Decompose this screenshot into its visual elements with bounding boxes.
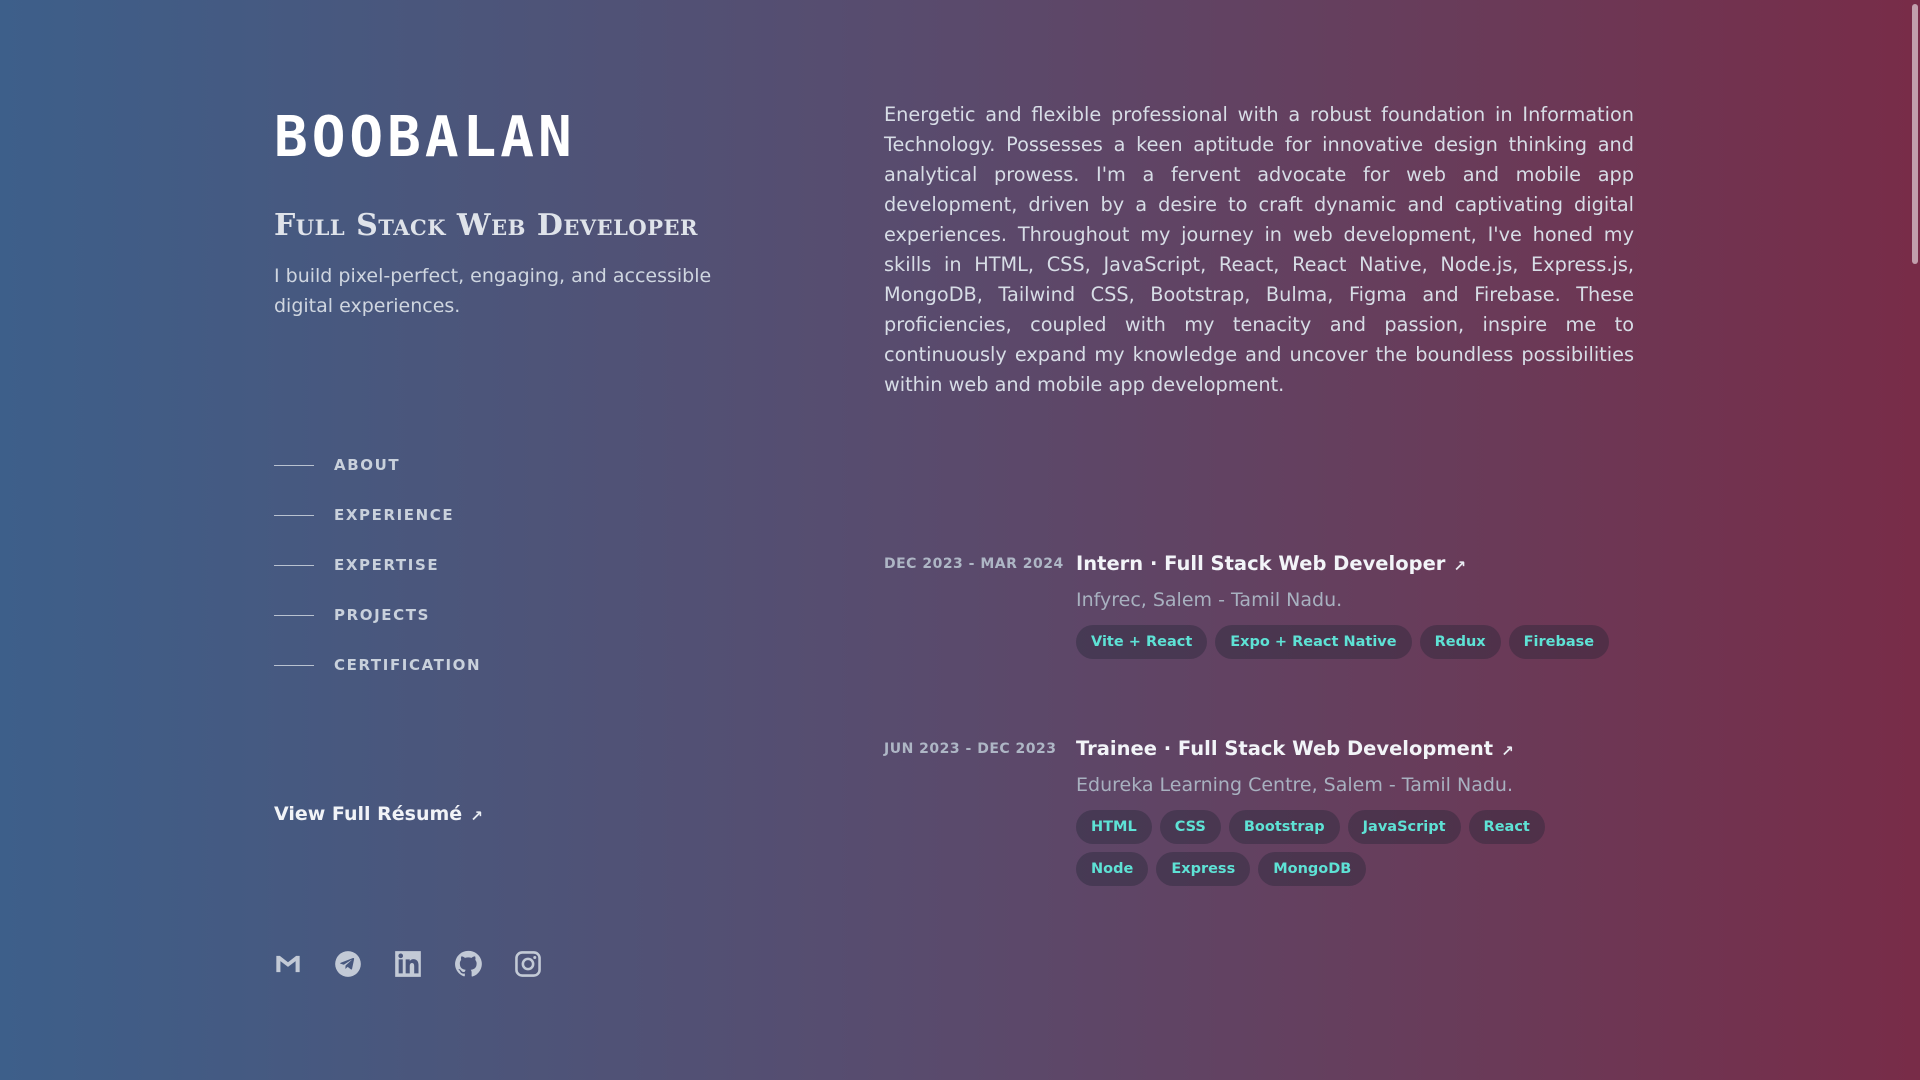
- github-icon[interactable]: [454, 950, 482, 978]
- tech-tag: HTML: [1076, 810, 1152, 844]
- nav-label: ABOUT: [334, 456, 401, 474]
- resume-link-label: View Full Résumé: [274, 803, 463, 825]
- tech-tag: Bootstrap: [1228, 810, 1340, 844]
- nav-indicator-line: [274, 464, 314, 466]
- job-title: Full Stack Web Developer: [274, 208, 698, 243]
- external-arrow-icon: ↗: [1501, 741, 1514, 760]
- experience-title: Intern · Full Stack Web Developer: [1076, 552, 1446, 575]
- linkedin-icon[interactable]: [394, 950, 422, 978]
- gmail-icon[interactable]: [274, 950, 302, 978]
- tagline: I build pixel-perfect, engaging, and acc…: [274, 265, 712, 317]
- experience-body: Trainee · Full Stack Web Development ↗ E…: [1076, 737, 1636, 886]
- nav-label: CERTIFICATION: [334, 656, 482, 674]
- tech-tag: Firebase: [1508, 625, 1610, 659]
- tech-tags: Vite + React Expo + React Native Redux F…: [1076, 625, 1616, 659]
- experience-title-link[interactable]: Trainee · Full Stack Web Development ↗: [1076, 737, 1636, 760]
- nav-label: EXPERTISE: [334, 556, 440, 574]
- tech-tag: Express: [1156, 852, 1251, 886]
- nav-indicator-line: [274, 614, 314, 616]
- external-arrow-icon: ↗: [470, 807, 483, 825]
- nav-item-projects[interactable]: PROJECTS: [274, 590, 481, 640]
- external-arrow-icon: ↗: [1453, 556, 1466, 575]
- nav-item-about[interactable]: ABOUT: [274, 440, 481, 490]
- experience-date: DEC 2023 - MAR 2024: [884, 556, 1064, 572]
- scrollbar[interactable]: [1910, 0, 1920, 1080]
- tech-tag: JavaScript: [1347, 810, 1461, 844]
- nav-indicator-line: [274, 564, 314, 566]
- about-paragraph: Energetic and flexible professional with…: [884, 103, 1634, 396]
- tech-tag: Vite + React: [1076, 625, 1208, 659]
- experience-date: JUN 2023 - DEC 2023: [884, 741, 1057, 757]
- site-logo[interactable]: BOOBALAN: [274, 110, 734, 166]
- profile-header: BOOBALAN Full Stack Web Developer I buil…: [274, 110, 734, 321]
- telegram-icon[interactable]: [334, 950, 362, 978]
- experience-title: Trainee · Full Stack Web Development: [1076, 737, 1494, 760]
- nav-item-certification[interactable]: CERTIFICATION: [274, 640, 481, 690]
- experience-title-link[interactable]: Intern · Full Stack Web Developer ↗: [1076, 552, 1636, 575]
- nav-item-experience[interactable]: EXPERIENCE: [274, 490, 481, 540]
- experience-body: Intern · Full Stack Web Developer ↗ Infy…: [1076, 552, 1636, 659]
- experience-company: Infyrec, Salem - Tamil Nadu.: [1076, 589, 1343, 611]
- section-nav: ABOUT EXPERIENCE EXPERTISE PROJECTS CERT…: [274, 440, 481, 690]
- nav-label: EXPERIENCE: [334, 506, 455, 524]
- view-resume-link[interactable]: View Full Résumé ↗: [274, 803, 483, 825]
- nav-indicator-line: [274, 514, 314, 516]
- experience-company: Edureka Learning Centre, Salem - Tamil N…: [1076, 774, 1513, 796]
- tech-tag: Redux: [1419, 625, 1501, 659]
- tech-tag: CSS: [1159, 810, 1221, 844]
- scrollbar-thumb[interactable]: [1912, 4, 1918, 264]
- tech-tag: React: [1468, 810, 1545, 844]
- tech-tags: HTML CSS Bootstrap JavaScript React Node…: [1076, 810, 1616, 886]
- nav-label: PROJECTS: [334, 606, 430, 624]
- tech-tag: Node: [1076, 852, 1149, 886]
- social-links: [274, 950, 542, 978]
- tech-tag: Expo + React Native: [1215, 625, 1412, 659]
- instagram-icon[interactable]: [514, 950, 542, 978]
- nav-indicator-line: [274, 664, 314, 666]
- tech-tag: MongoDB: [1258, 852, 1367, 886]
- nav-item-expertise[interactable]: EXPERTISE: [274, 540, 481, 590]
